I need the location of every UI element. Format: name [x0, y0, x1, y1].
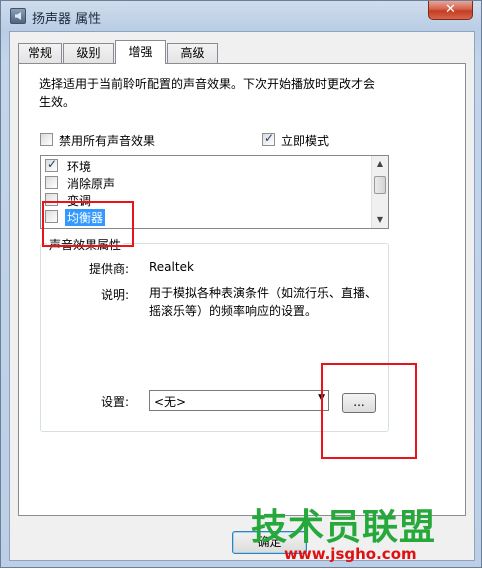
tab-advanced[interactable]: 高级: [167, 43, 218, 63]
effect-description-label: 说明:: [101, 288, 130, 302]
effects-scrollbar[interactable]: ▲ ▼: [371, 156, 388, 228]
effect-pitch-shift[interactable]: 变调: [45, 191, 365, 208]
ok-button[interactable]: 确定: [232, 531, 307, 554]
disable-all-checkbox[interactable]: [40, 133, 53, 146]
effect-description-value: 用于模拟各种表演条件（如流行乐、直播、摇滚乐等）的频率响应的设置。: [149, 286, 378, 318]
tab-general[interactable]: 常规: [18, 43, 62, 63]
immediate-mode-label[interactable]: 立即模式: [281, 132, 329, 149]
effect-voice-cancellation-checkbox[interactable]: [45, 176, 58, 189]
scroll-thumb[interactable]: [374, 176, 386, 194]
disable-all-label[interactable]: 禁用所有声音效果: [59, 132, 155, 149]
settings-more-button[interactable]: ...: [342, 393, 376, 413]
speaker-icon: [10, 8, 26, 24]
effect-equalizer-checkbox[interactable]: [45, 210, 58, 223]
effect-environment[interactable]: 环境: [45, 157, 365, 174]
enhancements-description: 选择适用于当前聆听配置的声音效果。下次开始播放时更改才会生效。: [39, 77, 376, 109]
effect-pitch-shift-checkbox[interactable]: [45, 193, 58, 206]
dialog-body: 常规 级别 增强 高级 选择适用于当前聆听配置的声音效果。下次开始播放时更改才会…: [9, 31, 475, 561]
provider-value: Realtek: [149, 260, 194, 274]
scroll-up-icon[interactable]: ▲: [372, 156, 388, 172]
settings-dropdown-value[interactable]: <无>: [154, 393, 186, 410]
close-button[interactable]: ✕: [428, 1, 473, 20]
effect-equalizer-label[interactable]: 均衡器: [65, 209, 106, 226]
effect-equalizer[interactable]: 均衡器: [45, 208, 365, 226]
effect-pitch-shift-label[interactable]: 变调: [65, 192, 93, 209]
immediate-mode-checkbox[interactable]: [262, 131, 275, 146]
tab-levels[interactable]: 级别: [63, 43, 114, 63]
effect-properties-title: 声音效果属性: [47, 236, 124, 253]
effect-voice-cancellation-label[interactable]: 消除原声: [65, 175, 117, 192]
effect-environment-checkbox[interactable]: [45, 157, 58, 172]
enhancements-panel: 选择适用于当前聆听配置的声音效果。下次开始播放时更改才会生效。 禁用所有声音效果…: [18, 63, 466, 516]
properties-window: 扬声器 属性 ✕ 常规 级别 增强 高级 选择适用于当前聆听配置的声音效果。下次…: [0, 0, 482, 568]
effect-voice-cancellation[interactable]: 消除原声: [45, 174, 365, 191]
effects-list[interactable]: 环境 消除原声 变调 均衡器 ▲ ▼: [40, 155, 389, 229]
title-bar[interactable]: 扬声器 属性 ✕: [1, 1, 481, 31]
tab-enhancements[interactable]: 增强: [115, 40, 166, 64]
provider-label: 提供商:: [89, 262, 130, 276]
dropdown-arrow-icon[interactable]: ▼: [318, 393, 325, 403]
effect-environment-label[interactable]: 环境: [65, 158, 93, 175]
settings-dropdown[interactable]: <无> ▼: [149, 390, 329, 411]
settings-label: 设置:: [101, 395, 130, 409]
scroll-down-icon[interactable]: ▼: [372, 212, 388, 228]
window-title: 扬声器 属性: [32, 12, 102, 27]
